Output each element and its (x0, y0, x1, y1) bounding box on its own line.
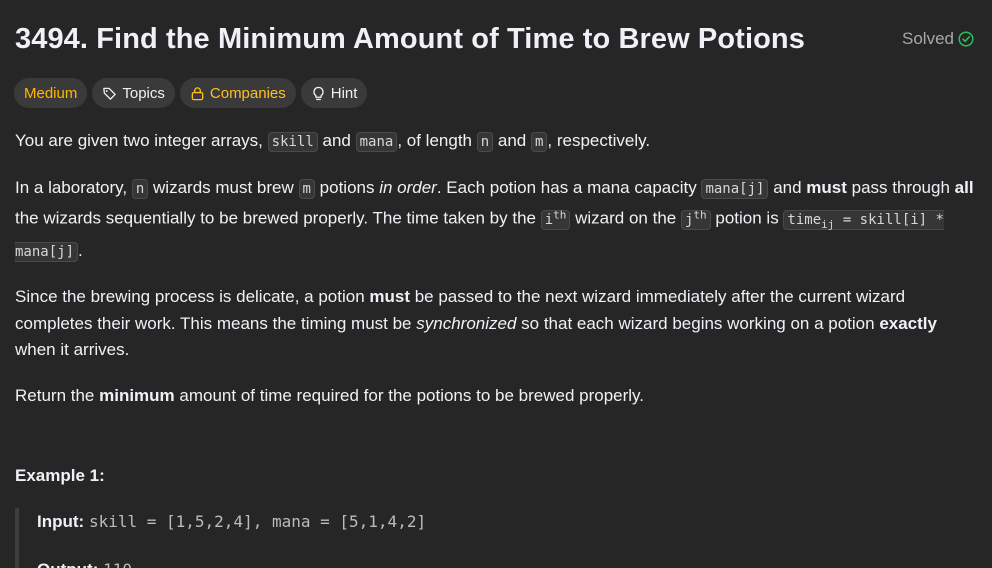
paragraph-1: You are given two integer arrays, skill … (15, 128, 974, 156)
paragraph-4: Return the minimum amount of time requir… (15, 383, 974, 410)
bold-text: all (954, 177, 974, 197)
text: You are given two integer arrays, (15, 131, 268, 150)
text: and (317, 131, 356, 150)
example-output: Output: 110 (37, 560, 132, 568)
code-i-th: ith (540, 208, 571, 230)
hint-button[interactable]: Hint (300, 78, 368, 108)
text: , respectively. (547, 131, 651, 150)
topics-button[interactable]: Topics (92, 78, 175, 108)
tag-icon (102, 86, 117, 101)
italic-text: synchronized (416, 313, 517, 333)
text: . Each potion has a mana capacity (436, 177, 702, 197)
companies-button[interactable]: Companies (179, 78, 296, 108)
problem-description: You are given two integer arrays, skill … (15, 128, 974, 428)
text: when it arrives. (15, 340, 130, 360)
output-value: 110 (103, 560, 132, 568)
superscript: th (693, 208, 707, 221)
code-text: time (787, 211, 822, 228)
code-m: m (530, 132, 548, 152)
example-title: Example 1: (15, 466, 105, 485)
code-n: n (476, 132, 494, 152)
text: amount of time required for the potions … (174, 385, 645, 405)
input-label: Input: (37, 512, 85, 531)
code-skill: skill (267, 132, 318, 152)
solved-status: Solved (902, 29, 974, 49)
code-text: i (544, 211, 554, 228)
code-j-th: jth (680, 208, 711, 230)
bold-text: must (806, 177, 847, 197)
text: the wizards sequentially to be brewed pr… (15, 208, 541, 228)
tag-bar: Medium Topics Companies Hint (14, 78, 368, 108)
text: and (493, 131, 531, 150)
check-circle-icon (958, 31, 974, 47)
text: wizards must brew (148, 177, 299, 197)
companies-label: Companies (209, 84, 286, 102)
code-n: n (131, 178, 149, 199)
text: potion is (710, 208, 784, 228)
paragraph-2: In a laboratory, n wizards must brew m p… (15, 175, 974, 266)
lock-icon (190, 86, 205, 101)
paragraph-3: Since the brewing process is delicate, a… (15, 284, 974, 364)
problem-title[interactable]: 3494. Find the Minimum Amount of Time to… (15, 23, 805, 56)
difficulty-badge: Medium (14, 78, 88, 108)
title-row: 3494. Find the Minimum Amount of Time to… (15, 20, 974, 58)
input-value: skill = [1,5,2,4], mana = [5,1,4,2] (88, 512, 427, 531)
lightbulb-icon (311, 86, 326, 101)
code-mana-j: mana[j] (701, 178, 769, 199)
bold-text: minimum (99, 385, 175, 405)
text: Return the (15, 385, 100, 405)
example-input: Input: skill = [1,5,2,4], mana = [5,1,4,… (37, 512, 426, 532)
text: and (768, 177, 807, 197)
text: so that each wizard begins working on a … (516, 313, 880, 333)
text: , of length (397, 131, 477, 150)
italic-text: in order (379, 177, 437, 197)
solved-label: Solved (902, 29, 954, 48)
subscript: ij (821, 217, 835, 231)
problem-page: 3494. Find the Minimum Amount of Time to… (0, 0, 992, 568)
text: pass through (846, 177, 955, 197)
text: potions (314, 177, 380, 197)
example-border (15, 508, 19, 568)
text: Since the brewing process is delicate, a… (15, 287, 370, 307)
text: In a laboratory, (15, 177, 132, 197)
text: . (78, 240, 83, 260)
superscript: th (553, 208, 567, 221)
hint-label: Hint (330, 84, 358, 102)
difficulty-label: Medium (24, 84, 78, 102)
code-mana: mana (355, 132, 398, 152)
text: wizard on the (570, 208, 681, 228)
bold-text: must (369, 287, 410, 307)
output-label: Output: (37, 560, 98, 568)
code-m: m (298, 178, 315, 199)
topics-label: Topics (122, 84, 165, 102)
bold-text: exactly (879, 313, 937, 333)
